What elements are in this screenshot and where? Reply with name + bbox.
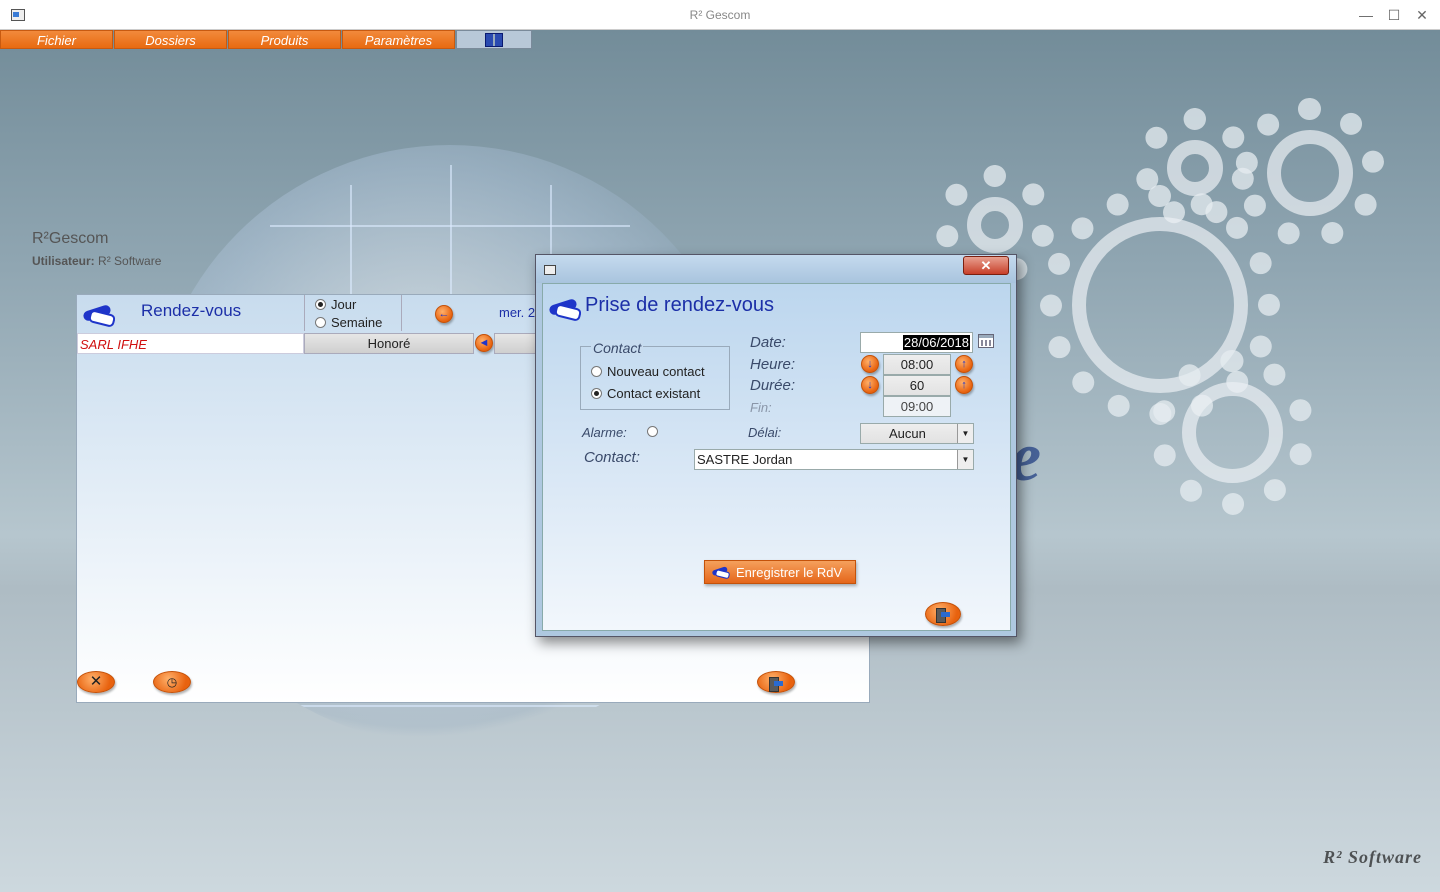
exit-door-icon <box>769 677 783 692</box>
background-gear <box>1235 98 1385 248</box>
windows-icon <box>485 33 503 47</box>
delai-select[interactable]: Aucun ▼ <box>860 423 974 444</box>
delai-value: Aucun <box>889 426 926 441</box>
radio-dot <box>591 387 602 399</box>
radio-contact-existant[interactable]: Contact existant <box>581 384 700 402</box>
exit-door-icon <box>936 608 950 623</box>
save-rdv-label: Enregistrer le RdV <box>736 565 843 580</box>
contact-select[interactable]: SASTRE Jordan ▼ <box>694 449 974 470</box>
date-label: Date: <box>750 334 786 351</box>
duree-field[interactable]: 60 <box>883 375 951 396</box>
x-cancel-icon: ✕ <box>89 673 103 690</box>
alarme-toggle[interactable] <box>647 422 663 440</box>
menu-dossiers[interactable]: Dossiers <box>114 30 227 49</box>
menu-windows[interactable] <box>456 30 532 49</box>
maximize-button[interactable]: ☐ <box>1384 5 1404 25</box>
prise-rdv-dialog: ✕ Prise de rendez-vous Contact Nouveau c… <box>535 254 1017 637</box>
arrow-down-icon: ↓ <box>867 379 873 391</box>
user-label: Utilisateur: <box>32 254 95 268</box>
dialog-exit-button[interactable] <box>925 602 961 626</box>
radio-jour[interactable]: Jour <box>305 295 401 313</box>
radio-semaine[interactable]: Semaine <box>305 313 401 331</box>
contact-group-legend: Contact <box>591 340 644 356</box>
contact-value: SASTRE Jordan <box>697 452 793 467</box>
menu-parametres[interactable]: Paramètres <box>342 30 455 49</box>
dialog-system-icon[interactable] <box>544 265 556 275</box>
radio-nouveau-contact[interactable]: Nouveau contact <box>581 362 705 380</box>
date-field[interactable]: 28/06/2018 <box>860 332 973 353</box>
fin-label: Fin: <box>750 400 772 415</box>
duree-decrease-button[interactable]: ↓ <box>861 376 879 394</box>
heure-decrease-button[interactable]: ↓ <box>861 355 879 373</box>
radio-dot <box>315 298 326 310</box>
background-gear <box>1150 350 1315 515</box>
clock-icon: ◷ <box>166 675 178 689</box>
chevron-down-icon: ▼ <box>957 450 973 469</box>
speaker-button[interactable]: ◄ <box>475 334 493 352</box>
delai-label: Délai: <box>748 425 782 440</box>
radio-nouveau-contact-label: Nouveau contact <box>607 363 705 379</box>
arrow-left-icon: ← <box>438 308 450 320</box>
dialog-titlebar: ✕ <box>536 255 1016 283</box>
contact-label: Contact: <box>584 449 640 466</box>
radio-dot <box>591 365 602 377</box>
dialog-title: Prise de rendez-vous <box>585 294 774 316</box>
radio-semaine-label: Semaine <box>331 314 383 330</box>
contact-type-group: Contact Nouveau contact Contact existant <box>580 340 730 410</box>
cancel-button[interactable]: ✕ <box>77 671 115 693</box>
heure-increase-button[interactable]: ↑ <box>955 355 973 373</box>
heure-field[interactable]: 08:00 <box>883 354 951 375</box>
duree-label: Durée: <box>750 377 796 394</box>
footer-brand: R² Software <box>1323 847 1422 867</box>
menu-fichier[interactable]: Fichier <box>0 30 113 49</box>
rdv-date: mer. 2 <box>499 305 536 320</box>
dialog-body: Prise de rendez-vous Contact Nouveau con… <box>542 283 1011 631</box>
view-mode-group: Jour Semaine <box>304 295 402 331</box>
user-name: R² Software <box>98 254 162 268</box>
user-line: Utilisateur: R² Software <box>32 254 161 268</box>
duree-increase-button[interactable]: ↑ <box>955 376 973 394</box>
previous-day-button[interactable]: ← <box>435 305 453 323</box>
dialog-close-button[interactable]: ✕ <box>963 256 1009 275</box>
window-titlebar: R² Gescom — ☐ ✕ <box>0 0 1440 30</box>
radio-dot <box>315 316 326 328</box>
chevron-down-icon: ▼ <box>957 424 973 443</box>
exit-button[interactable] <box>757 671 795 693</box>
app-name: R²Gescom <box>32 230 109 247</box>
radio-contact-existant-label: Contact existant <box>607 385 701 401</box>
fin-field: 09:00 <box>883 396 951 417</box>
menu-produits[interactable]: Produits <box>228 30 341 49</box>
heure-label: Heure: <box>750 356 796 373</box>
arrow-up-icon: ↑ <box>961 358 967 370</box>
date-value: 28/06/2018 <box>902 335 970 350</box>
company-cell[interactable]: SARL IFHE <box>77 333 304 354</box>
radio-dot <box>647 425 658 437</box>
speaker-icon: ◄ <box>478 337 490 349</box>
status-cell[interactable]: Honoré <box>304 333 474 354</box>
brand-info: R²Gescom Utilisateur: R² Software <box>32 230 161 268</box>
handshake-icon <box>547 294 581 320</box>
save-rdv-button[interactable]: Enregistrer le RdV <box>704 560 856 584</box>
alarme-label: Alarme: <box>582 425 627 440</box>
radio-jour-label: Jour <box>331 296 357 312</box>
arrow-up-icon: ↑ <box>961 379 967 391</box>
clock-button[interactable]: ◷ <box>153 671 191 693</box>
calendar-icon[interactable] <box>978 334 994 348</box>
arrow-down-icon: ↓ <box>867 358 873 370</box>
rdv-title: Rendez-vous <box>141 301 242 320</box>
menu-bar: Fichier Dossiers Produits Paramètres <box>0 30 532 49</box>
handshake-icon <box>711 564 721 573</box>
close-button[interactable]: ✕ <box>1412 5 1432 25</box>
window-title: R² Gescom <box>689 8 751 22</box>
handshake-icon <box>81 300 115 326</box>
minimize-button[interactable]: — <box>1356 5 1376 25</box>
